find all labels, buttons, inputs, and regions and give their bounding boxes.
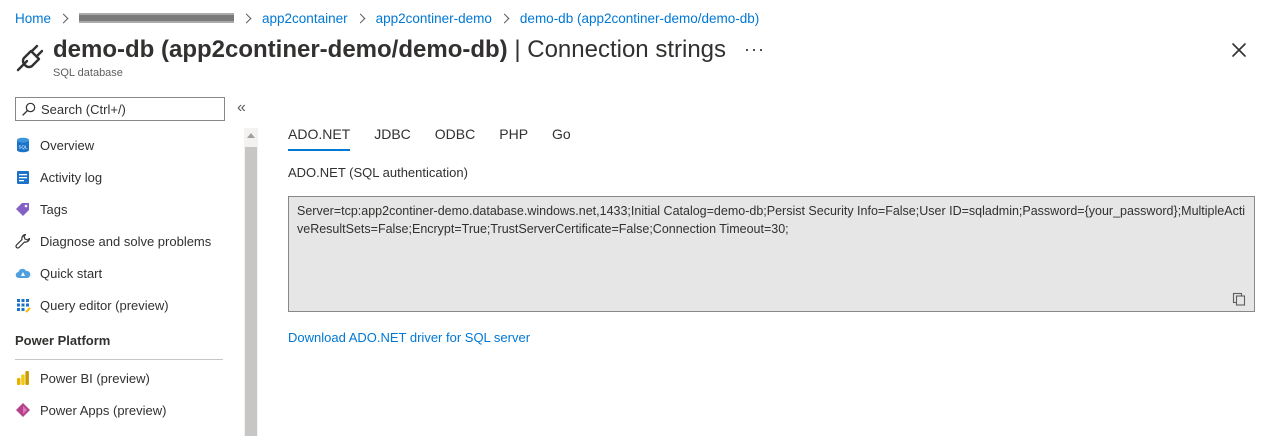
scrollbar-thumb[interactable] [245, 147, 257, 436]
sidebar-item-label: Quick start [40, 265, 103, 281]
more-options-button[interactable]: ··· [744, 38, 765, 60]
sidebar-item-power-apps[interactable]: Power Apps (preview) [15, 394, 225, 426]
page-subtitle: SQL database [53, 67, 123, 79]
sidebar-scrollbar[interactable] [244, 128, 258, 436]
sql-database-icon: SQL [15, 137, 31, 153]
power-apps-icon [15, 402, 31, 418]
sidebar-item-power-bi[interactable]: Power BI (preview) [15, 362, 225, 394]
query-grid-icon [15, 297, 31, 313]
scroll-up-arrow-icon[interactable] [247, 133, 255, 138]
breadcrumb-home-link[interactable]: Home [15, 11, 51, 26]
sidebar-item-activity-log[interactable]: Activity log [15, 161, 225, 193]
tab-ado-net[interactable]: ADO.NET [288, 125, 351, 151]
breadcrumb-chevron-icon [241, 13, 252, 23]
wrench-icon [15, 233, 31, 249]
breadcrumb-chevron-icon [499, 13, 510, 23]
sidebar-search-box[interactable] [15, 97, 225, 121]
svg-text:SQL: SQL [18, 145, 28, 150]
breadcrumb-link-resource-group[interactable]: app2continer-demo [376, 11, 492, 26]
sidebar-item-label: Power BI (preview) [40, 370, 150, 386]
sidebar-search-input[interactable] [41, 101, 211, 117]
sidebar-item-overview[interactable]: SQL Overview [15, 129, 225, 161]
tab-odbc[interactable]: ODBC [435, 125, 475, 151]
page-title-separator: | [507, 36, 528, 63]
sidebar-item-tags[interactable]: Tags [15, 193, 225, 225]
sidebar-item-label: Overview [40, 137, 95, 153]
connection-type-tabs: ADO.NET JDBC ODBC PHP Go [288, 125, 595, 151]
tag-icon [15, 201, 31, 217]
sidebar-item-label: Diagnose and solve problems [40, 233, 212, 249]
page-title: demo-db (app2continer-demo/demo-db) | Co… [53, 34, 726, 66]
quickstart-cloud-icon [15, 265, 31, 281]
close-icon[interactable] [1229, 40, 1249, 60]
page-title-resource: demo-db (app2continer-demo/demo-db) [53, 36, 508, 63]
sidebar-nav: SQL Overview Activity log Tags Diagnose … [15, 129, 225, 426]
search-icon [22, 102, 36, 116]
download-driver-link[interactable]: Download ADO.NET driver for SQL server [288, 330, 530, 345]
sidebar-item-label: Activity log [40, 169, 103, 185]
sidebar-item-label: Power Apps (preview) [40, 402, 167, 418]
activity-log-icon [15, 169, 31, 185]
sidebar-item-diagnose[interactable]: Diagnose and solve problems [15, 225, 225, 257]
power-bi-icon [15, 370, 31, 386]
breadcrumb-link-database[interactable]: demo-db (app2continer-demo/demo-db) [520, 11, 759, 26]
sidebar-item-query-editor[interactable]: Query editor (preview) [15, 289, 225, 321]
breadcrumb-link-app2container[interactable]: app2container [262, 11, 348, 26]
connection-string-box[interactable]: Server=tcp:app2continer-demo.database.wi… [288, 196, 1255, 312]
breadcrumb-chevron-icon [58, 13, 69, 23]
sidebar-item-label: Tags [40, 201, 68, 217]
sidebar-item-label: Query editor (preview) [40, 297, 169, 313]
tab-go[interactable]: Go [552, 125, 571, 151]
sidebar-item-quick-start[interactable]: Quick start [15, 257, 225, 289]
collapse-sidebar-button[interactable]: « [237, 99, 246, 117]
tab-jdbc[interactable]: JDBC [374, 125, 411, 151]
connection-string-text: Server=tcp:app2continer-demo.database.wi… [297, 204, 1246, 236]
copy-icon[interactable] [1232, 292, 1246, 306]
plug-connection-icon [16, 44, 44, 72]
auth-type-label: ADO.NET (SQL authentication) [288, 165, 468, 180]
page-title-blade: Connection strings [527, 36, 727, 63]
tab-php[interactable]: PHP [499, 125, 528, 151]
breadcrumb: Home app2container app2continer-demo dem… [15, 9, 759, 27]
sidebar-section-header: Power Platform [15, 321, 223, 360]
breadcrumb-chevron-icon [355, 13, 366, 23]
breadcrumb-redacted-item [79, 13, 235, 23]
